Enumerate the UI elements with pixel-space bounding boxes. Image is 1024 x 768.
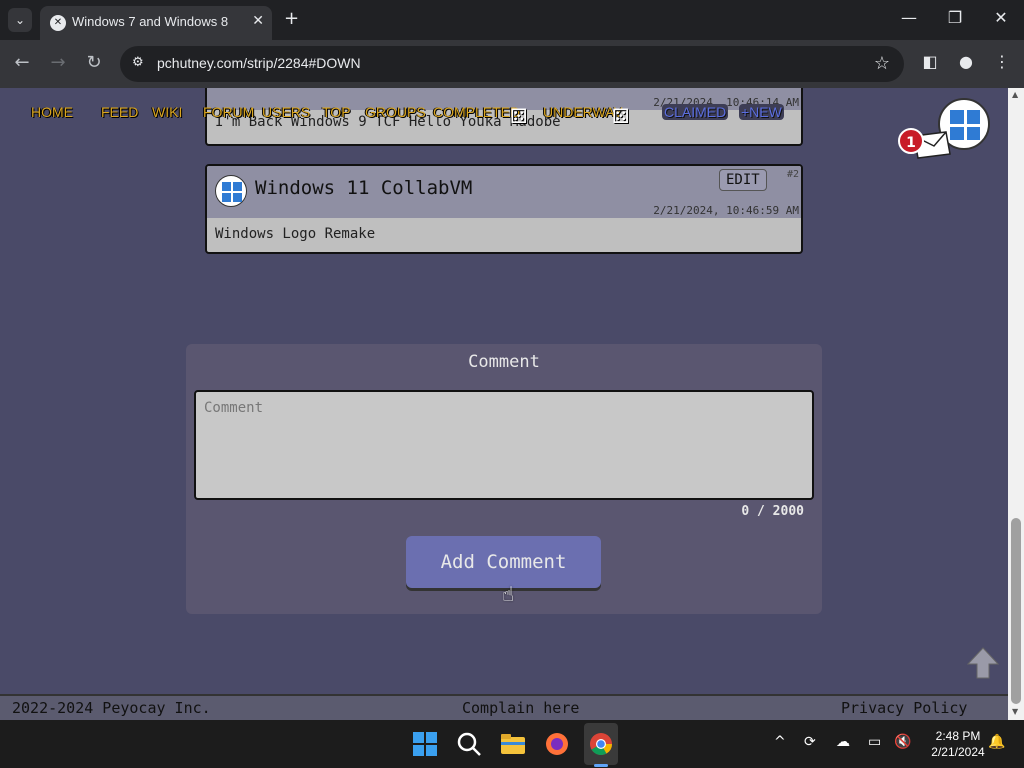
restore-icon[interactable]: ❐ xyxy=(940,8,970,27)
add-comment-button[interactable]: Add Comment xyxy=(406,536,601,588)
reload-icon[interactable]: ↻ xyxy=(82,52,106,73)
minimize-icon[interactable]: — xyxy=(894,8,924,27)
search-icon[interactable] xyxy=(456,731,482,757)
windows-start-icon[interactable] xyxy=(412,731,438,757)
forward-icon[interactable]: → xyxy=(46,52,70,73)
tab-title: Windows 7 and Windows 8 xyxy=(72,14,229,29)
comment-heading: Comment xyxy=(468,352,540,372)
windows-logo-avatar-icon[interactable] xyxy=(215,175,247,207)
footer: 2022-2024 Peyocay Inc. Complain here Pri… xyxy=(0,694,1008,720)
nav-home[interactable]: HOME xyxy=(31,104,73,120)
edit-button[interactable]: EDIT xyxy=(719,169,767,191)
chrome-icon[interactable] xyxy=(588,731,614,757)
tab-close-icon[interactable]: ✕ xyxy=(252,13,264,29)
nav-users[interactable]: USERS xyxy=(262,104,310,120)
new-tab-icon[interactable]: + xyxy=(284,9,299,29)
clock-date: 2/21/2024 xyxy=(931,745,985,759)
network-icon[interactable]: ▭ xyxy=(868,734,881,750)
address-bar: ← → ↻ ⚙ pchutney.com/strip/2284#DOWN ☆ ◧… xyxy=(0,40,1024,88)
site-nav: HOME FEED WIKI FORUM USERS TOP GROUPS CO… xyxy=(0,96,1008,128)
tab-favicon-icon: ✕ xyxy=(50,15,66,31)
comment-date: 2/21/2024, 10:46:59 AM xyxy=(653,204,799,217)
privacy-link[interactable]: Privacy Policy xyxy=(841,699,967,717)
nav-groups[interactable]: GROUPS xyxy=(365,104,426,120)
page-scrollbar[interactable]: ▲ ▼ xyxy=(1008,88,1024,720)
active-indicator xyxy=(594,764,608,767)
random-dice-icon-2[interactable]: ⚄ xyxy=(612,104,638,130)
firefox-icon[interactable] xyxy=(544,731,570,757)
char-counter: 0 / 2000 xyxy=(741,504,804,519)
comment-author[interactable]: Windows 11 CollabVM xyxy=(255,177,472,199)
nav-underway[interactable]: UNDERWAY xyxy=(543,104,623,120)
onedrive-icon[interactable]: ☁ xyxy=(836,734,850,750)
menu-dots-icon[interactable]: ⋮ xyxy=(990,52,1014,71)
tab-search-icon[interactable]: ⌄ xyxy=(8,8,32,32)
scroll-down-icon[interactable]: ▼ xyxy=(1012,707,1018,716)
random-dice-icon[interactable]: ⚄ xyxy=(510,104,536,130)
sync-icon[interactable]: ⟳ xyxy=(804,734,816,750)
comment-card: Windows 11 CollabVM EDIT #2 2/21/2024, 1… xyxy=(205,164,803,254)
site-info-icon[interactable]: ⚙ xyxy=(132,55,144,70)
page-content: 2/21/2024, 10:46:14 AM I'm Back Windows … xyxy=(0,88,1008,720)
comment-number: #2 xyxy=(786,169,799,180)
bookmark-star-icon[interactable]: ☆ xyxy=(874,53,890,74)
hand-cursor-icon: ☝ xyxy=(502,582,515,606)
clock-time: 2:48 PM xyxy=(935,729,981,743)
volume-mute-icon[interactable]: 🔇 xyxy=(894,734,911,750)
browser-tab[interactable]: ✕ Windows 7 and Windows 8 ✕ xyxy=(40,6,272,40)
file-explorer-icon[interactable] xyxy=(500,731,526,757)
nav-forum[interactable]: FORUM xyxy=(203,104,254,120)
comment-body: Windows Logo Remake xyxy=(215,226,376,242)
omnibox[interactable]: ⚙ pchutney.com/strip/2284#DOWN ☆ xyxy=(120,46,904,82)
notification-bell-icon[interactable]: 🔔 xyxy=(988,734,1005,750)
tab-bar: ⌄ ✕ Windows 7 and Windows 8 ✕ + — ❐ ✕ xyxy=(0,0,1024,40)
comment-input[interactable] xyxy=(194,390,814,500)
url-text[interactable]: pchutney.com/strip/2284#DOWN xyxy=(157,55,361,71)
scroll-top-icon[interactable] xyxy=(966,646,1000,680)
tray-overflow-icon[interactable]: ^ xyxy=(774,734,786,750)
taskbar: ^ ⟳ ☁ ▭ 🔇 2:48 PM 2/21/2024 🔔 xyxy=(0,720,1024,768)
comment-form: Comment 0 / 2000 Add Comment xyxy=(186,344,822,614)
nav-top[interactable]: TOP xyxy=(322,104,351,120)
side-panel-icon[interactable]: ◧ xyxy=(918,52,942,71)
scroll-up-icon[interactable]: ▲ xyxy=(1012,90,1018,99)
profile-icon[interactable]: ● xyxy=(954,52,978,71)
nav-feed[interactable]: FEED xyxy=(101,104,138,120)
close-window-icon[interactable]: ✕ xyxy=(986,8,1016,27)
nav-new[interactable]: +NEW xyxy=(739,104,784,120)
complain-link[interactable]: Complain here xyxy=(462,699,579,717)
nav-wiki[interactable]: WIKI xyxy=(152,104,182,120)
copyright-text: 2022-2024 Peyocay Inc. xyxy=(12,699,211,717)
nav-claimed[interactable]: CLAIMED xyxy=(662,104,729,120)
scroll-thumb[interactable] xyxy=(1011,518,1021,704)
nav-completed[interactable]: COMPLETED xyxy=(433,104,520,120)
back-icon[interactable]: ← xyxy=(10,52,34,73)
system-clock[interactable]: 2:48 PM 2/21/2024 xyxy=(918,728,998,760)
notification-badge[interactable]: 1 xyxy=(898,128,924,154)
